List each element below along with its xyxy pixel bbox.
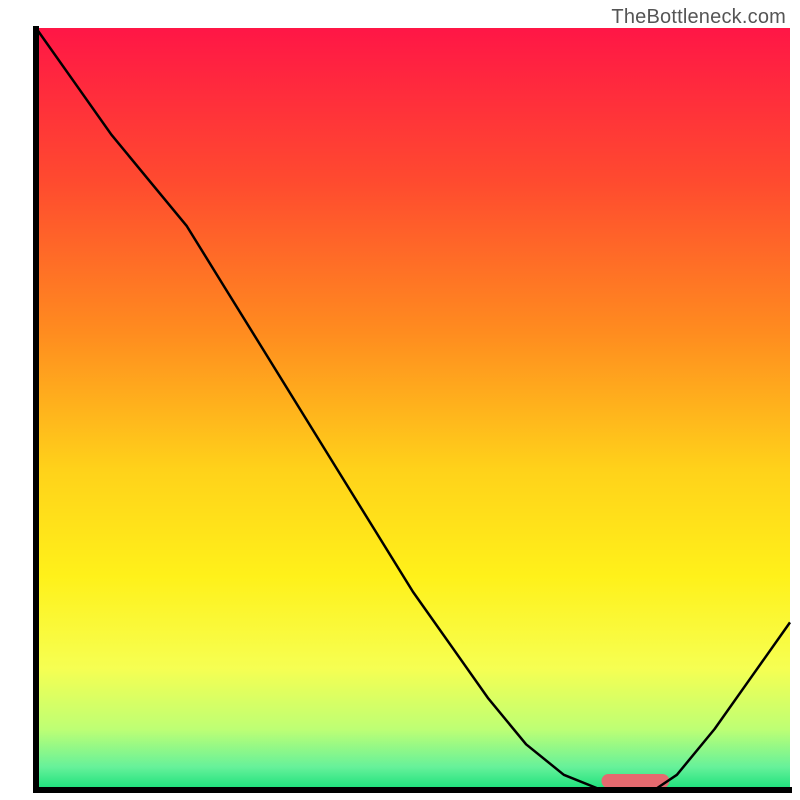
gradient-background [36, 28, 790, 790]
watermark-text: TheBottleneck.com [611, 6, 786, 29]
chart-container: TheBottleneck.com [0, 0, 800, 800]
bottleneck-chart [0, 0, 800, 800]
